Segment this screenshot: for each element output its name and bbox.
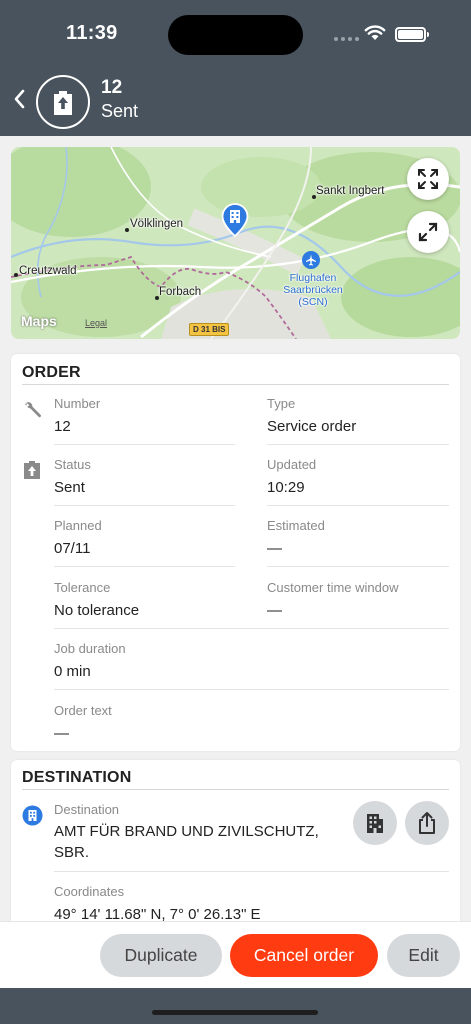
wrench-icon (25, 402, 41, 418)
destination-field: Destination AMT FÜR BRAND UND ZIVILSCHUT… (54, 802, 334, 863)
action-bar: Duplicate Cancel order Edit (0, 921, 471, 988)
building-marker-icon (22, 805, 43, 826)
coordinates-label: Coordinates (54, 884, 125, 899)
job-duration-label: Job duration (54, 641, 126, 656)
job-duration-field: Job duration 0 min (54, 641, 126, 682)
map-background (11, 147, 460, 339)
edit-button[interactable]: Edit (387, 934, 460, 977)
estimated-field: Estimated — (267, 518, 325, 559)
destination-value: AMT FÜR BRAND UND ZIVILSCHUTZ, SBR. (54, 823, 319, 861)
back-chevron-icon (14, 89, 25, 109)
expand-map-button[interactable] (407, 211, 449, 253)
order-title-divider (22, 384, 449, 385)
order-status-avatar (36, 75, 90, 129)
row-divider (54, 689, 449, 690)
order-text-value: — (54, 725, 69, 742)
row-divider (54, 444, 235, 445)
expand-icon (418, 222, 438, 242)
status-upload-icon (24, 461, 40, 479)
app-header: 11:39 12 Sent (0, 0, 471, 136)
status-field: Status Sent (54, 457, 91, 498)
number-label: Number (54, 396, 101, 411)
order-section-title: ORDER (22, 364, 81, 381)
status-time: 11:39 (66, 22, 118, 44)
status-label: Status (54, 457, 91, 472)
building-button[interactable] (353, 801, 397, 845)
back-button[interactable] (8, 86, 30, 112)
tolerance-value: No tolerance (54, 602, 140, 619)
status-value: Sent (54, 479, 85, 496)
type-field: Type Service order (267, 396, 356, 437)
estimated-value: — (267, 540, 282, 557)
location-pin-icon[interactable] (221, 203, 249, 237)
fullscreen-map-button[interactable] (407, 158, 449, 200)
destination-label: Destination (54, 802, 120, 817)
dynamic-island (168, 15, 303, 55)
customer-time-window-value: — (267, 602, 282, 619)
destination-title-divider (22, 789, 449, 790)
coordinates-field: Coordinates 49° 14' 11.68" N, 7° 0' 26.1… (54, 884, 261, 925)
map-dot-volklingen (125, 228, 129, 232)
row-divider (54, 628, 449, 629)
planned-field: Planned 07/11 (54, 518, 102, 559)
customer-time-window-label: Customer time window (267, 580, 399, 595)
order-sent-icon (54, 91, 72, 115)
tolerance-label: Tolerance (54, 580, 111, 595)
destination-section-title: DESTINATION (22, 769, 132, 786)
map-label-forbach: Forbach (159, 286, 202, 298)
apple-maps-logo: Maps (21, 313, 57, 329)
number-value: 12 (54, 418, 71, 435)
airport-icon (306, 254, 316, 266)
row-divider (267, 444, 449, 445)
updated-label: Updated (267, 457, 317, 472)
row-divider (267, 566, 449, 567)
home-indicator (152, 1010, 318, 1015)
map-dot-creutzwald (14, 273, 18, 277)
order-text-label: Order text (54, 703, 112, 718)
row-divider (54, 871, 449, 872)
airport-marker[interactable] (302, 251, 320, 269)
map-label-sankt-ingbert: Sankt Ingbert (316, 185, 385, 197)
cellular-signal-icon (334, 37, 359, 41)
type-label: Type (267, 396, 296, 411)
customer-time-window-field: Customer time window — (267, 580, 399, 621)
updated-field: Updated 10:29 (267, 457, 316, 498)
row-divider (54, 566, 235, 567)
header-order-number: 12 (101, 77, 123, 98)
share-button[interactable] (405, 801, 449, 845)
battery-icon (395, 27, 429, 42)
map-label-airport: Flughafen Saarbrücken (SCN) (283, 272, 343, 308)
row-divider (267, 505, 449, 506)
share-icon (419, 812, 435, 834)
cancel-order-button[interactable]: Cancel order (230, 934, 378, 977)
tolerance-field: Tolerance No tolerance (54, 580, 139, 621)
fullscreen-icon (418, 169, 438, 189)
building-icon (367, 814, 383, 833)
duplicate-button[interactable]: Duplicate (100, 934, 222, 977)
planned-label: Planned (54, 518, 102, 533)
status-bar: 11:39 (0, 0, 471, 66)
row-divider (54, 505, 235, 506)
map-label-volklingen: Völklingen (130, 218, 184, 230)
road-number-sign: D 31 BIS (189, 323, 230, 336)
map-label-creutzwald: Creutzwald (19, 265, 77, 277)
type-value: Service order (267, 418, 357, 435)
header-order-status: Sent (101, 101, 139, 121)
updated-value: 10:29 (267, 479, 305, 496)
wifi-icon (364, 25, 386, 40)
estimated-label: Estimated (267, 518, 325, 533)
map-view[interactable]: Sankt Ingbert Völklingen Creutzwald Forb… (11, 147, 460, 339)
order-card: ORDER Number 12 Type Service order Statu… (11, 354, 460, 751)
order-text-field: Order text — (54, 703, 112, 744)
number-field: Number 12 (54, 396, 100, 437)
bottom-safe-area (0, 988, 471, 1024)
planned-value: 07/11 (54, 540, 91, 557)
map-legal-link[interactable]: Legal (85, 318, 107, 328)
job-duration-value: 0 min (54, 663, 91, 680)
